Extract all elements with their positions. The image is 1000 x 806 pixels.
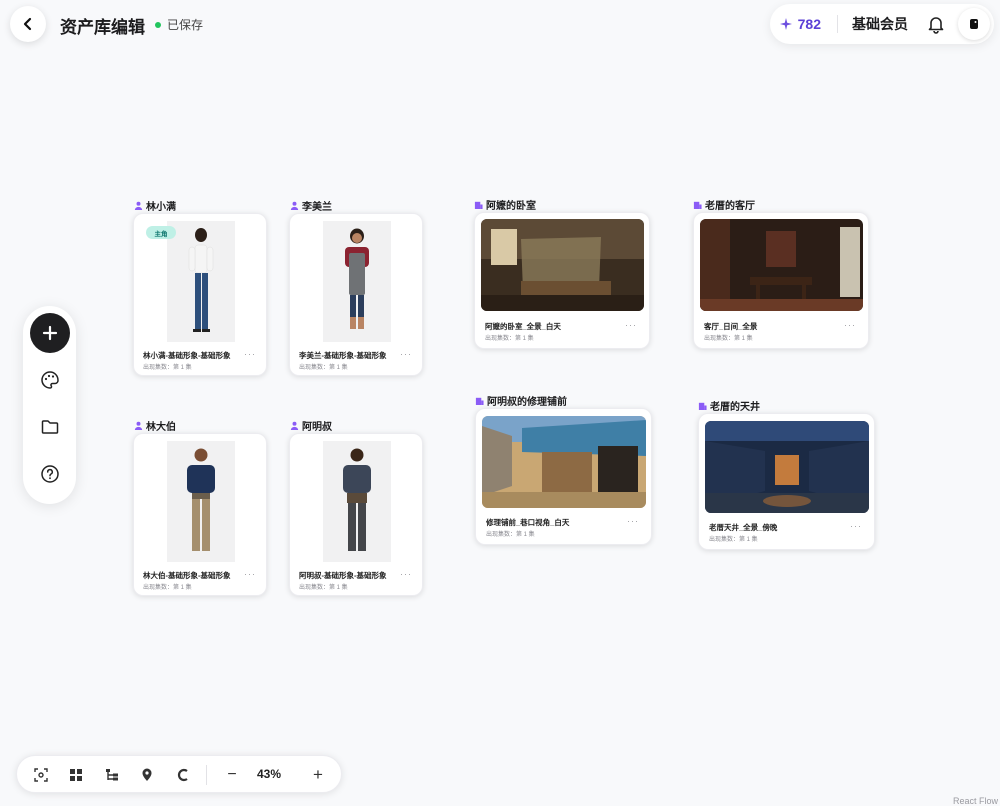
scene-card-old-house-living-room[interactable]: 客厅_日间_全景 出现集数：第 1 集 ··· <box>693 212 869 349</box>
sparkle-icon <box>779 18 792 30</box>
fit-view-button[interactable] <box>31 765 51 785</box>
scene-image <box>705 421 869 513</box>
notifications-button[interactable] <box>922 10 950 38</box>
card-meta: 出现集数：第 1 集 <box>143 365 192 371</box>
credits-value: 782 <box>797 16 821 32</box>
location-pin-icon <box>142 768 152 781</box>
more-options-button[interactable]: ··· <box>400 569 412 579</box>
person-icon <box>134 421 143 430</box>
plus-icon <box>42 325 58 341</box>
character-image <box>140 221 261 342</box>
credits-display[interactable]: 782 <box>779 15 838 33</box>
left-toolbar <box>23 306 76 504</box>
character-image <box>296 221 417 342</box>
group-label-repair-shop-front: 阿明叔的修理铺前 <box>475 393 567 408</box>
palette-button[interactable] <box>30 360 70 400</box>
zoom-in-button[interactable]: + <box>308 765 328 785</box>
more-options-button[interactable]: ··· <box>244 569 256 579</box>
help-icon <box>41 465 59 483</box>
place-icon <box>698 402 707 410</box>
person-icon <box>134 201 143 210</box>
group-label-lin-xiaoman: 林小满 <box>134 198 176 213</box>
group-label-old-house-living-room: 老厝的客厅 <box>693 197 755 212</box>
page-title: 资产库编辑 <box>60 18 145 37</box>
more-options-button[interactable]: ··· <box>625 320 637 330</box>
toolbar-divider <box>206 765 207 785</box>
scene-image <box>700 219 863 311</box>
scene-image <box>481 219 644 311</box>
more-options-button[interactable]: ··· <box>627 516 639 526</box>
fit-view-icon <box>34 768 48 782</box>
card-title: 阿嬷的卧室_全景_白天 <box>485 322 561 331</box>
person-icon <box>290 421 299 430</box>
saved-dot-icon <box>155 21 161 28</box>
place-icon <box>475 397 484 405</box>
bell-icon <box>928 17 944 34</box>
save-status-label: 已保存 <box>167 18 204 32</box>
tree-layout-button[interactable] <box>102 765 122 785</box>
grid-layout-icon <box>70 769 82 781</box>
more-options-button[interactable]: ··· <box>244 349 256 359</box>
scene-card-grandma-bedroom[interactable]: 阿嬷的卧室_全景_白天 出现集数：第 1 集 ··· <box>474 212 650 349</box>
palette-icon <box>41 371 59 389</box>
card-title: 阿明叔-基础形象-基础形象 <box>299 571 387 580</box>
back-arrow-icon <box>23 17 32 31</box>
magnet-icon <box>177 768 188 782</box>
group-label-grandma-bedroom: 阿嬷的卧室 <box>474 197 536 212</box>
character-image <box>296 441 417 562</box>
character-card-li-meilan[interactable]: 李美兰-基础形象-基础形象 出现集数：第 1 集 ··· <box>289 213 423 376</box>
character-card-lin-dabo[interactable]: 林大伯-基础形象-基础形象 出现集数：第 1 集 ··· <box>133 433 267 596</box>
card-meta: 出现集数：第 1 集 <box>299 365 348 371</box>
group-label-li-meilan: 李美兰 <box>290 198 332 213</box>
character-card-a-ming-shu[interactable]: 阿明叔-基础形象-基础形象 出现集数：第 1 集 ··· <box>289 433 423 596</box>
membership-label[interactable]: 基础会员 <box>838 14 922 34</box>
group-label-lin-dabo: 林大伯 <box>134 418 176 433</box>
card-title: 修理铺前_巷口视角_白天 <box>486 518 570 527</box>
card-title: 老厝天井_全景_傍晚 <box>709 523 778 532</box>
zoom-out-button[interactable]: − <box>222 765 242 785</box>
help-button[interactable] <box>30 454 70 494</box>
more-options-button[interactable]: ··· <box>400 349 412 359</box>
card-title: 林小满-基础形象-基础形象 <box>143 351 231 360</box>
folder-button[interactable] <box>30 407 70 447</box>
card-meta: 出现集数：第 1 集 <box>486 532 535 538</box>
avatar-icon <box>970 19 978 29</box>
more-options-button[interactable]: ··· <box>844 320 856 330</box>
character-image <box>140 441 261 562</box>
group-label-a-ming-shu: 阿明叔 <box>290 418 332 433</box>
back-button[interactable] <box>10 6 46 42</box>
account-bar: 782 基础会员 <box>769 4 994 44</box>
card-meta: 出现集数：第 1 集 <box>704 336 753 342</box>
scene-card-repair-shop-front[interactable]: 修理铺前_巷口视角_白天 出现集数：第 1 集 ··· <box>475 408 652 545</box>
card-meta: 出现集数：第 1 集 <box>299 585 348 591</box>
person-icon <box>290 201 299 210</box>
character-card-lin-xiaoman[interactable]: 主角 林小满-基础形象-基础形象 出现集数：第 1 集 ··· <box>133 213 267 376</box>
scene-image <box>482 416 646 508</box>
card-title: 李美兰-基础形象-基础形象 <box>299 351 387 360</box>
folder-icon <box>41 420 59 434</box>
react-flow-attribution[interactable]: React Flow <box>953 796 998 806</box>
grid-layout-button[interactable] <box>66 765 86 785</box>
canvas-controls: − 43% + <box>16 755 342 793</box>
role-badge: 主角 <box>146 226 176 239</box>
add-button[interactable] <box>30 313 70 353</box>
card-meta: 出现集数：第 1 集 <box>485 336 534 342</box>
more-options-button[interactable]: ··· <box>850 521 862 531</box>
card-title: 客厅_日间_全景 <box>704 322 758 331</box>
group-label-old-house-courtyard: 老厝的天井 <box>698 398 760 413</box>
zoom-level: 43% <box>257 767 282 781</box>
place-icon <box>474 201 483 209</box>
card-meta: 出现集数：第 1 集 <box>143 585 192 591</box>
tree-layout-icon <box>106 769 118 781</box>
scene-card-old-house-courtyard[interactable]: 老厝天井_全景_傍晚 出现集数：第 1 集 ··· <box>698 413 875 550</box>
card-title: 林大伯-基础形象-基础形象 <box>143 571 231 580</box>
save-status: 已保存 <box>155 16 203 33</box>
place-icon <box>693 201 702 209</box>
location-button[interactable] <box>137 765 157 785</box>
card-meta: 出现集数：第 1 集 <box>709 537 758 543</box>
user-avatar[interactable] <box>958 8 990 40</box>
snap-button[interactable] <box>172 765 192 785</box>
